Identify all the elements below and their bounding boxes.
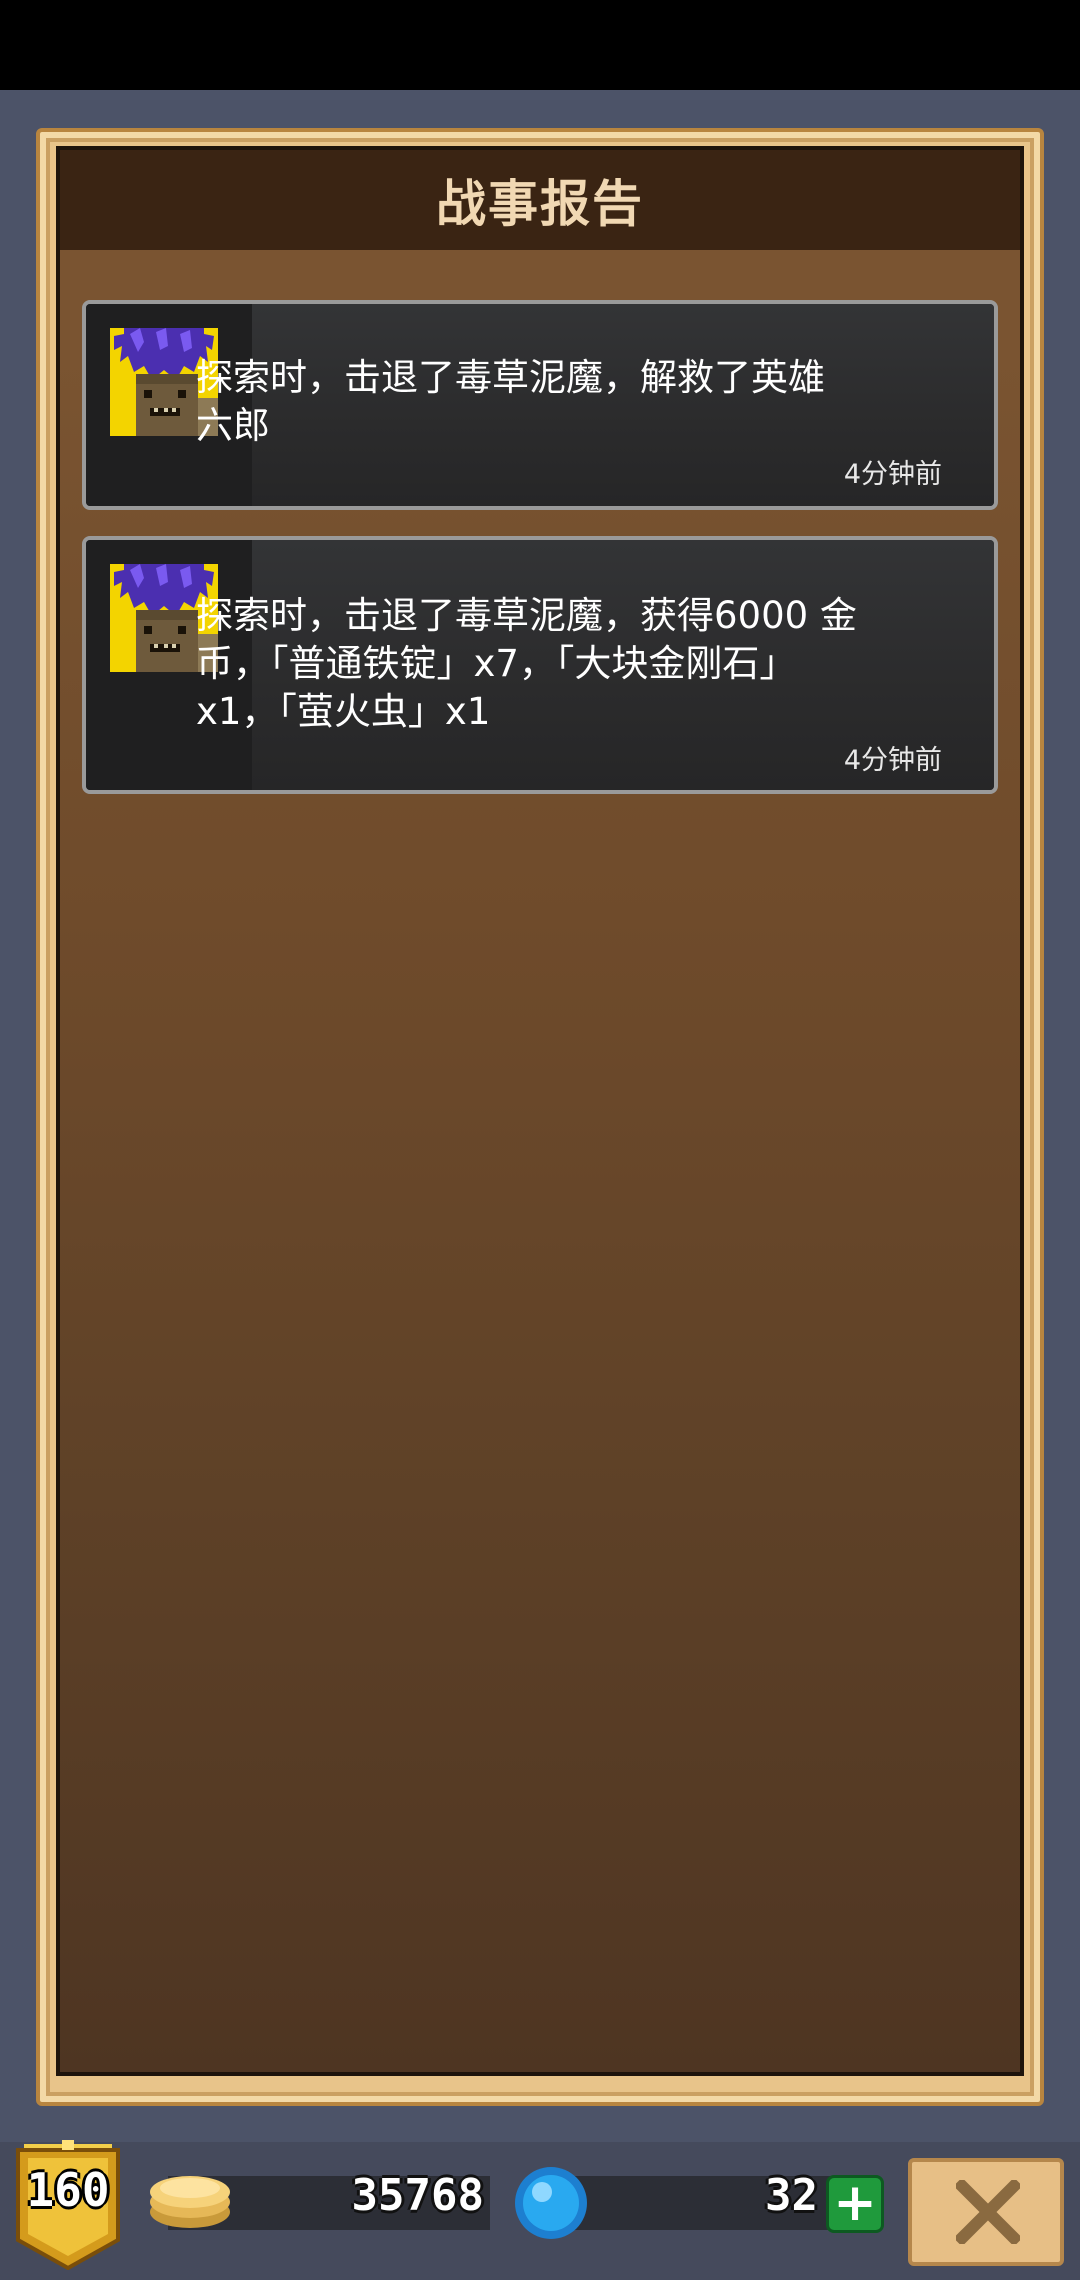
report-timestamp: 4分钟前 xyxy=(843,459,942,490)
report-message-line: x1，「萤火虫」x1 xyxy=(196,690,491,733)
report-timestamp: 4分钟前 xyxy=(843,745,942,776)
title-bar: 战事报告 xyxy=(60,150,1020,250)
gem-count: 32 xyxy=(765,2170,818,2221)
coin-count: 35768 xyxy=(351,2170,484,2221)
report-message-line: 六郎 xyxy=(196,404,270,447)
close-icon xyxy=(956,2180,1020,2244)
close-button[interactable] xyxy=(908,2158,1064,2266)
report-message-line: 探索时，击退了毒草泥魔，解救了英雄 xyxy=(196,356,825,399)
report-card[interactable]: 探索时，击退了毒草泥魔，获得6000 金 币，「普通铁锭」x7，「大块金刚石」 … xyxy=(82,536,998,794)
report-message: 探索时，击退了毒草泥魔，获得6000 金 币，「普通铁锭」x7，「大块金刚石」 … xyxy=(196,592,994,736)
report-card[interactable]: 探索时，击退了毒草泥魔，解救了英雄 六郎 4分钟前 xyxy=(82,300,998,510)
status-bar xyxy=(0,0,1080,90)
coin-stack-icon xyxy=(150,2176,230,2228)
player-level: 160 xyxy=(26,2163,110,2217)
report-message-line: 探索时，击退了毒草泥魔，获得6000 金 xyxy=(196,594,857,637)
blue-gem-icon xyxy=(515,2167,587,2239)
add-gems-button[interactable]: + xyxy=(826,2175,884,2233)
report-message: 探索时，击退了毒草泥魔，解救了英雄 六郎 xyxy=(196,354,994,450)
report-message-line: 币，「普通铁锭」x7，「大块金刚石」 xyxy=(196,642,797,685)
page-title: 战事报告 xyxy=(436,175,644,233)
